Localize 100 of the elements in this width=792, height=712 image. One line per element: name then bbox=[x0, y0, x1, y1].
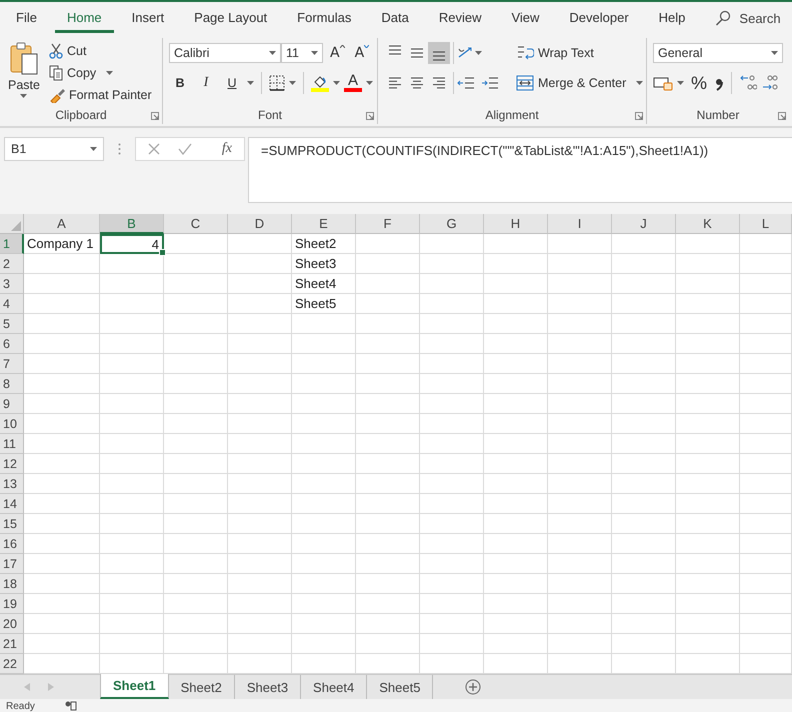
cell[interactable] bbox=[548, 374, 612, 394]
insert-function-button[interactable]: fx bbox=[222, 141, 232, 157]
cell[interactable] bbox=[164, 594, 228, 614]
row-header[interactable]: 10 bbox=[0, 414, 24, 434]
cell[interactable] bbox=[100, 274, 164, 294]
cell[interactable] bbox=[676, 254, 740, 274]
cell[interactable] bbox=[676, 634, 740, 654]
cell[interactable] bbox=[420, 594, 484, 614]
cell[interactable] bbox=[100, 494, 164, 514]
cell[interactable] bbox=[676, 414, 740, 434]
cell[interactable] bbox=[548, 474, 612, 494]
ribbon-tab[interactable]: Formulas bbox=[285, 4, 364, 32]
cell[interactable] bbox=[740, 434, 792, 454]
row-header[interactable]: 12 bbox=[0, 454, 24, 474]
cell[interactable] bbox=[740, 254, 792, 274]
cell[interactable] bbox=[420, 554, 484, 574]
cell[interactable] bbox=[676, 454, 740, 474]
cell[interactable] bbox=[164, 534, 228, 554]
name-box[interactable]: B1 bbox=[4, 137, 104, 161]
cell[interactable] bbox=[228, 474, 292, 494]
cell[interactable] bbox=[612, 354, 676, 374]
cell[interactable] bbox=[164, 274, 228, 294]
cell[interactable] bbox=[356, 414, 420, 434]
cell[interactable] bbox=[740, 474, 792, 494]
caret-icon[interactable] bbox=[90, 147, 97, 151]
cell[interactable] bbox=[548, 634, 612, 654]
cell[interactable] bbox=[100, 394, 164, 414]
cell[interactable] bbox=[356, 454, 420, 474]
checkmark-icon[interactable] bbox=[178, 143, 192, 155]
row-header[interactable]: 3 bbox=[0, 274, 24, 294]
caret-icon[interactable] bbox=[333, 81, 340, 85]
cell[interactable] bbox=[24, 634, 100, 654]
cell[interactable] bbox=[228, 494, 292, 514]
decrease-decimal-icon[interactable] bbox=[761, 74, 779, 92]
cell[interactable] bbox=[484, 634, 548, 654]
cell[interactable] bbox=[228, 594, 292, 614]
cell[interactable] bbox=[100, 634, 164, 654]
cell[interactable] bbox=[484, 374, 548, 394]
cell[interactable] bbox=[164, 294, 228, 314]
cell[interactable] bbox=[164, 334, 228, 354]
cell[interactable] bbox=[740, 294, 792, 314]
cell[interactable] bbox=[100, 474, 164, 494]
column-header[interactable]: D bbox=[228, 214, 292, 234]
cell[interactable] bbox=[228, 514, 292, 534]
caret-icon[interactable] bbox=[106, 71, 114, 75]
column-header[interactable]: E bbox=[292, 214, 356, 234]
cell[interactable] bbox=[484, 354, 548, 374]
cell[interactable] bbox=[420, 494, 484, 514]
cell[interactable] bbox=[356, 294, 420, 314]
cell[interactable] bbox=[740, 414, 792, 434]
cell[interactable] bbox=[420, 234, 484, 254]
font-size-dropdown[interactable]: 11 bbox=[281, 43, 323, 63]
cell[interactable]: Sheet4 bbox=[292, 274, 356, 294]
cell[interactable] bbox=[100, 454, 164, 474]
cell[interactable] bbox=[548, 434, 612, 454]
cell[interactable] bbox=[548, 414, 612, 434]
select-all-icon[interactable] bbox=[11, 221, 21, 231]
cell[interactable] bbox=[676, 334, 740, 354]
cell[interactable] bbox=[676, 534, 740, 554]
decrease-indent-icon[interactable] bbox=[457, 76, 475, 90]
cell[interactable] bbox=[740, 374, 792, 394]
cell[interactable] bbox=[612, 454, 676, 474]
cell[interactable] bbox=[164, 634, 228, 654]
cut-button[interactable]: Cut bbox=[46, 40, 155, 62]
cell[interactable] bbox=[292, 434, 356, 454]
cell[interactable] bbox=[420, 334, 484, 354]
cell[interactable] bbox=[100, 594, 164, 614]
cell[interactable] bbox=[484, 514, 548, 534]
font-name-dropdown[interactable]: Calibri bbox=[169, 43, 281, 63]
cell[interactable] bbox=[612, 314, 676, 334]
cell[interactable] bbox=[164, 574, 228, 594]
cell[interactable] bbox=[356, 594, 420, 614]
ribbon-tab[interactable]: Developer bbox=[557, 4, 641, 32]
cell[interactable] bbox=[612, 434, 676, 454]
cell[interactable] bbox=[548, 554, 612, 574]
cell[interactable] bbox=[24, 354, 100, 374]
add-sheet-icon[interactable] bbox=[465, 679, 482, 695]
cell[interactable] bbox=[548, 594, 612, 614]
cell[interactable] bbox=[100, 534, 164, 554]
row-header[interactable]: 7 bbox=[0, 354, 24, 374]
cell[interactable] bbox=[164, 434, 228, 454]
cell[interactable] bbox=[24, 554, 100, 574]
cell[interactable] bbox=[484, 274, 548, 294]
cell[interactable] bbox=[100, 354, 164, 374]
row-header[interactable]: 9 bbox=[0, 394, 24, 414]
row-header[interactable]: 13 bbox=[0, 474, 24, 494]
cell[interactable] bbox=[228, 394, 292, 414]
cell[interactable] bbox=[356, 434, 420, 454]
cell[interactable] bbox=[676, 394, 740, 414]
row-header[interactable]: 17 bbox=[0, 554, 24, 574]
cell[interactable] bbox=[228, 354, 292, 374]
cell[interactable] bbox=[676, 474, 740, 494]
row-header[interactable]: 20 bbox=[0, 614, 24, 634]
cell[interactable] bbox=[292, 574, 356, 594]
cell[interactable] bbox=[420, 454, 484, 474]
cell[interactable] bbox=[356, 634, 420, 654]
cell[interactable] bbox=[420, 414, 484, 434]
cell[interactable] bbox=[292, 314, 356, 334]
cell[interactable] bbox=[292, 634, 356, 654]
cell[interactable] bbox=[24, 334, 100, 354]
